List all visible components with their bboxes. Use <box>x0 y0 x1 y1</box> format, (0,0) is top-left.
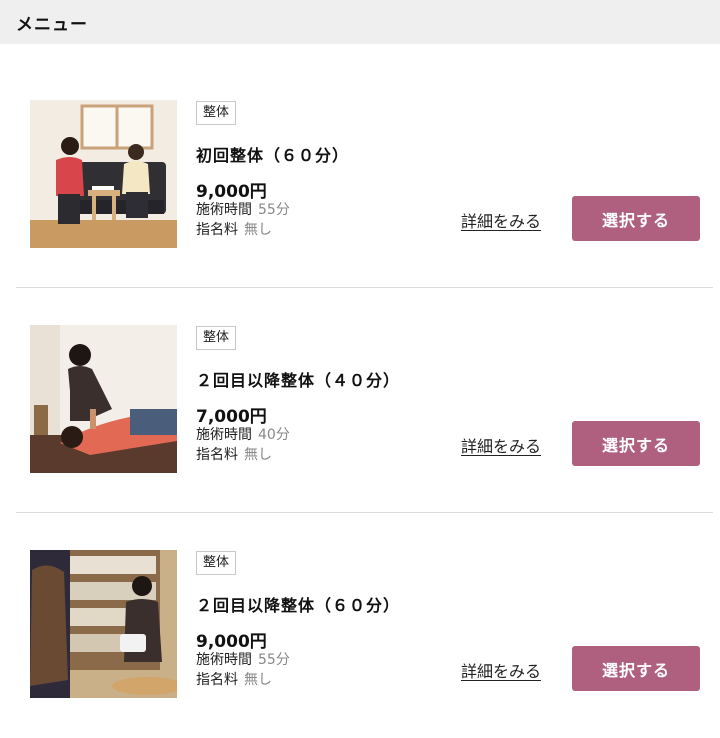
duration-value: 55分 <box>258 202 290 218</box>
menu-item-title: ２回目以降整体（６０分） <box>196 596 401 615</box>
duration-value: 40分 <box>258 427 290 443</box>
select-button[interactable]: 選択する <box>572 196 700 241</box>
category-tag: 整体 <box>196 101 237 125</box>
page-title: メニュー <box>16 14 88 35</box>
select-button[interactable]: 選択する <box>572 646 700 691</box>
category-tag: 整体 <box>196 551 237 575</box>
nomination-fee-value: 無し <box>244 447 272 463</box>
detail-link[interactable]: 詳細をみる <box>461 658 541 682</box>
nomination-fee-label: 指名料 <box>196 447 238 463</box>
menu-item-title: ２回目以降整体（４０分） <box>196 371 401 390</box>
duration-row: 施術時間 40分 <box>196 425 290 445</box>
nomination-fee-row: 指名料 無し <box>196 670 272 690</box>
duration-label: 施術時間 <box>196 427 252 443</box>
nomination-fee-row: 指名料 無し <box>196 220 272 240</box>
menu-item: 整体 初回整体（６０分） 9,000円 施術時間 55分 指名料 無し 詳細をみる … <box>0 62 720 287</box>
nomination-fee-label: 指名料 <box>196 222 238 238</box>
select-button[interactable]: 選択する <box>572 421 700 466</box>
nomination-fee-row: 指名料 無し <box>196 445 272 465</box>
duration-row: 施術時間 55分 <box>196 200 290 220</box>
menu-item-price: 9,000円 <box>196 182 267 202</box>
duration-value: 55分 <box>258 652 290 668</box>
nomination-fee-value: 無し <box>244 672 272 688</box>
category-tag: 整体 <box>196 326 237 350</box>
menu-item: 整体 ２回目以降整体（６０分） 9,000円 施術時間 55分 指名料 無し 詳細を… <box>0 513 720 738</box>
duration-label: 施術時間 <box>196 652 252 668</box>
menu-item-photo <box>30 550 177 698</box>
menu-item-price: 7,000円 <box>196 407 267 427</box>
menu-item-photo <box>30 325 177 473</box>
menu-header: メニュー <box>0 0 720 44</box>
detail-link[interactable]: 詳細をみる <box>461 433 541 457</box>
duration-row: 施術時間 55分 <box>196 650 290 670</box>
menu-item-title: 初回整体（６０分） <box>196 146 350 165</box>
nomination-fee-label: 指名料 <box>196 672 238 688</box>
detail-link[interactable]: 詳細をみる <box>461 208 541 232</box>
menu-item: 整体 ２回目以降整体（４０分） 7,000円 施術時間 40分 指名料 無し 詳細を… <box>0 288 720 513</box>
nomination-fee-value: 無し <box>244 222 272 238</box>
duration-label: 施術時間 <box>196 202 252 218</box>
menu-item-price: 9,000円 <box>196 632 267 652</box>
menu-item-photo <box>30 100 177 248</box>
